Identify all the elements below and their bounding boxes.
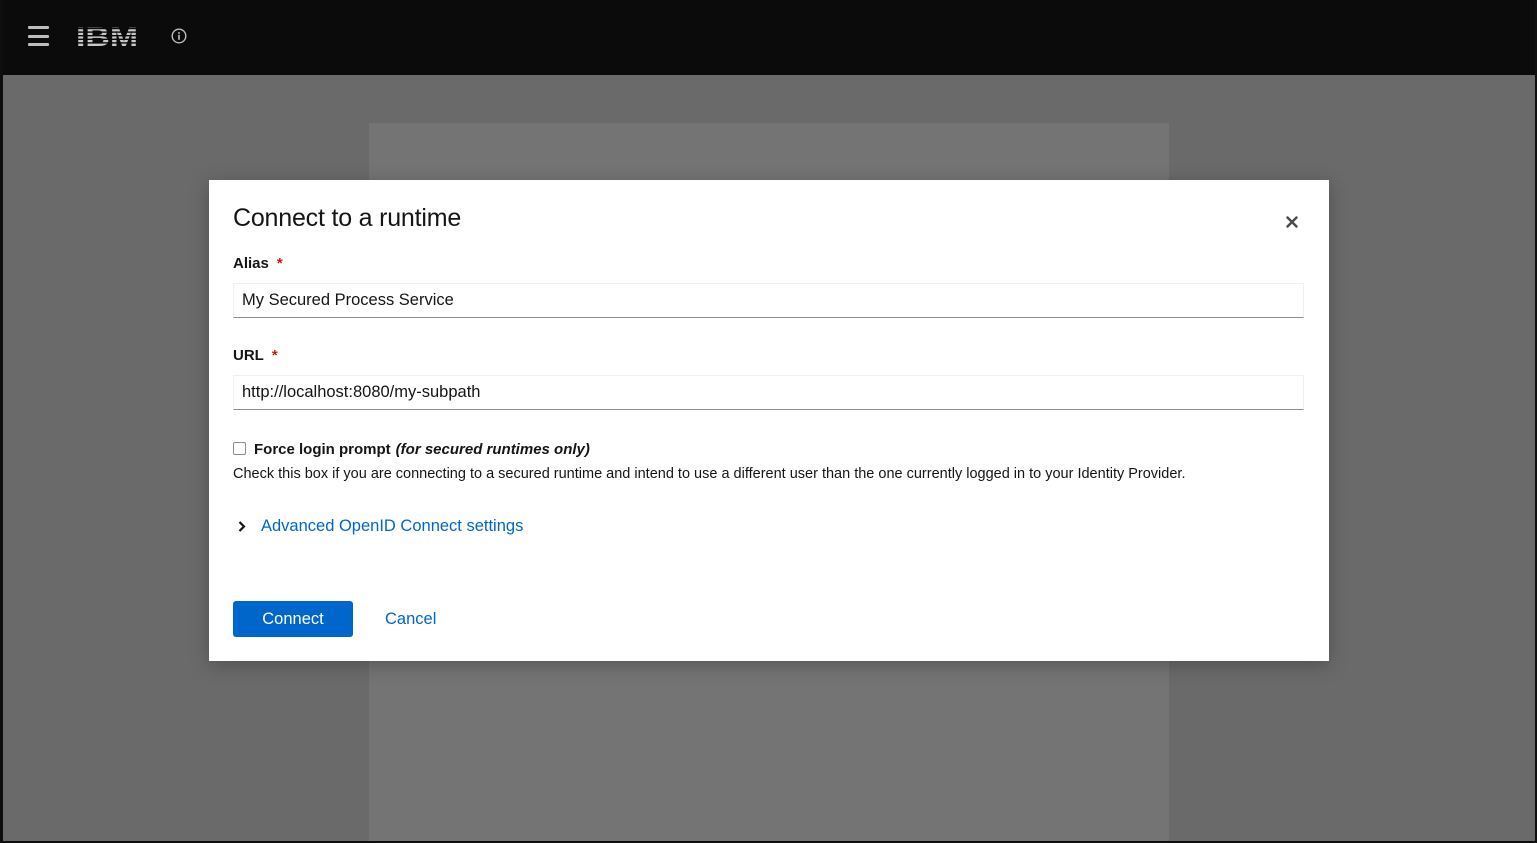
app-frame: IBM Connect to a runtime Alias * URL * For… [3,0,1535,841]
force-login-label-note: (for secured runtimes only) [395,441,590,458]
force-login-checkbox[interactable] [233,442,246,455]
chevron-right-icon[interactable] [237,520,247,533]
masthead: IBM [3,0,1535,75]
advanced-oidc-settings-toggle[interactable]: Advanced OpenID Connect settings [261,517,523,536]
url-label: URL * [233,347,278,364]
url-label-text: URL [233,347,264,364]
force-login-help-text: Check this box if you are connecting to … [233,466,1186,482]
connect-button[interactable]: Connect [233,601,353,637]
url-input[interactable] [233,375,1304,410]
info-circle-icon[interactable] [171,28,187,44]
force-login-label-text: Force login prompt [254,441,391,458]
close-icon [1286,216,1298,228]
alias-required-mark: * [276,255,283,272]
alias-label: Alias * [233,255,283,272]
cancel-button[interactable]: Cancel [369,601,452,637]
alias-label-text: Alias [233,255,269,272]
ibm-logo: IBM [76,22,138,50]
close-button[interactable] [1281,211,1303,233]
hamburger-menu-icon[interactable] [28,26,49,46]
connect-runtime-modal: Connect to a runtime Alias * URL * Force l… [209,180,1329,661]
alias-input[interactable] [233,283,1304,318]
svg-text:IBM: IBM [76,22,138,50]
modal-title: Connect to a runtime [233,204,462,232]
url-required-mark: * [271,347,278,364]
force-login-label[interactable]: Force login prompt (for secured runtimes … [254,441,590,458]
